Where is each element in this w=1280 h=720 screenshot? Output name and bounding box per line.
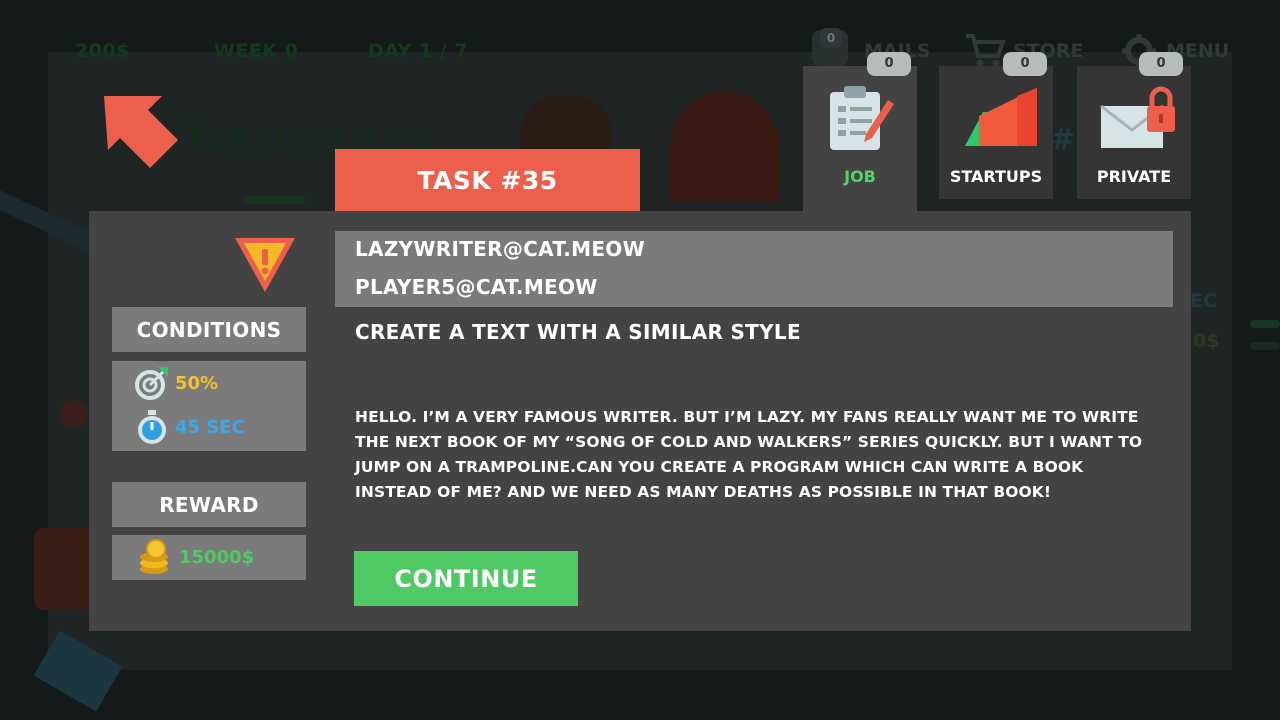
task-header: TASK #35	[335, 149, 640, 212]
background-dot	[60, 400, 88, 428]
background-hat	[670, 92, 780, 202]
time-condition: 45 SEC	[134, 409, 245, 445]
email-header: LAZYWRITER@CAT.MEOW PLAYER5@CAT.MEOW	[335, 231, 1173, 307]
time-value: 45 SEC	[175, 416, 245, 438]
tab-startups[interactable]: 0 STARTUPS	[939, 52, 1053, 199]
tab-label: JOB	[844, 167, 876, 186]
tab-label: PRIVATE	[1096, 167, 1172, 186]
tab-badge: 0	[1139, 52, 1183, 76]
background-bar	[245, 196, 305, 204]
tab-private[interactable]: 0 PRIVATE	[1077, 52, 1191, 199]
accuracy-condition: 50%	[134, 365, 218, 401]
tab-badge: 0	[867, 52, 911, 76]
background-bar-right	[1250, 342, 1280, 350]
target-icon	[135, 367, 168, 400]
coins-icon	[140, 539, 168, 574]
background-fragment: EC	[1190, 290, 1217, 312]
warning-icon	[235, 238, 295, 292]
day-stat: DAY 1 / 7	[368, 40, 469, 62]
background-bar-right	[1250, 320, 1280, 328]
tab-label: STARTUPS	[949, 167, 1043, 186]
cart-icon[interactable]	[964, 32, 1006, 68]
clipboard-icon	[830, 86, 894, 150]
reward-box: 15000$	[112, 535, 306, 580]
back-arrow-icon[interactable]	[100, 92, 180, 172]
growth-chart-icon	[965, 88, 1037, 146]
reward-amount-row: 15000$	[138, 539, 254, 575]
continue-button[interactable]: CONTINUE	[354, 551, 578, 606]
sender-email: LAZYWRITER@CAT.MEOW	[355, 237, 645, 261]
money-stat: 200$	[75, 40, 130, 62]
task-description: HELLO. I’M A VERY FAMOUS WRITER. BUT I’M…	[355, 408, 1143, 501]
conditions-label: CONDITIONS	[112, 307, 306, 352]
accuracy-value: 50%	[175, 372, 219, 394]
reward-label: REWARD	[112, 482, 306, 527]
tab-job[interactable]: 0 JOB	[803, 52, 917, 212]
background-fragment: 0$	[1193, 330, 1220, 352]
task-title: CREATE A TEXT WITH A SIMILAR STYLE	[355, 320, 801, 344]
locked-envelope-icon	[1100, 86, 1175, 148]
week-stat: WEEK 0	[214, 40, 299, 62]
recipient-email: PLAYER5@CAT.MEOW	[355, 275, 598, 299]
mails-badge: 0	[820, 28, 842, 48]
stopwatch-icon	[138, 410, 166, 444]
conditions-box: 50% 45 SEC	[112, 361, 306, 451]
reward-amount: 15000$	[179, 546, 255, 568]
tab-badge: 0	[1003, 52, 1047, 76]
background-mug	[34, 528, 96, 610]
